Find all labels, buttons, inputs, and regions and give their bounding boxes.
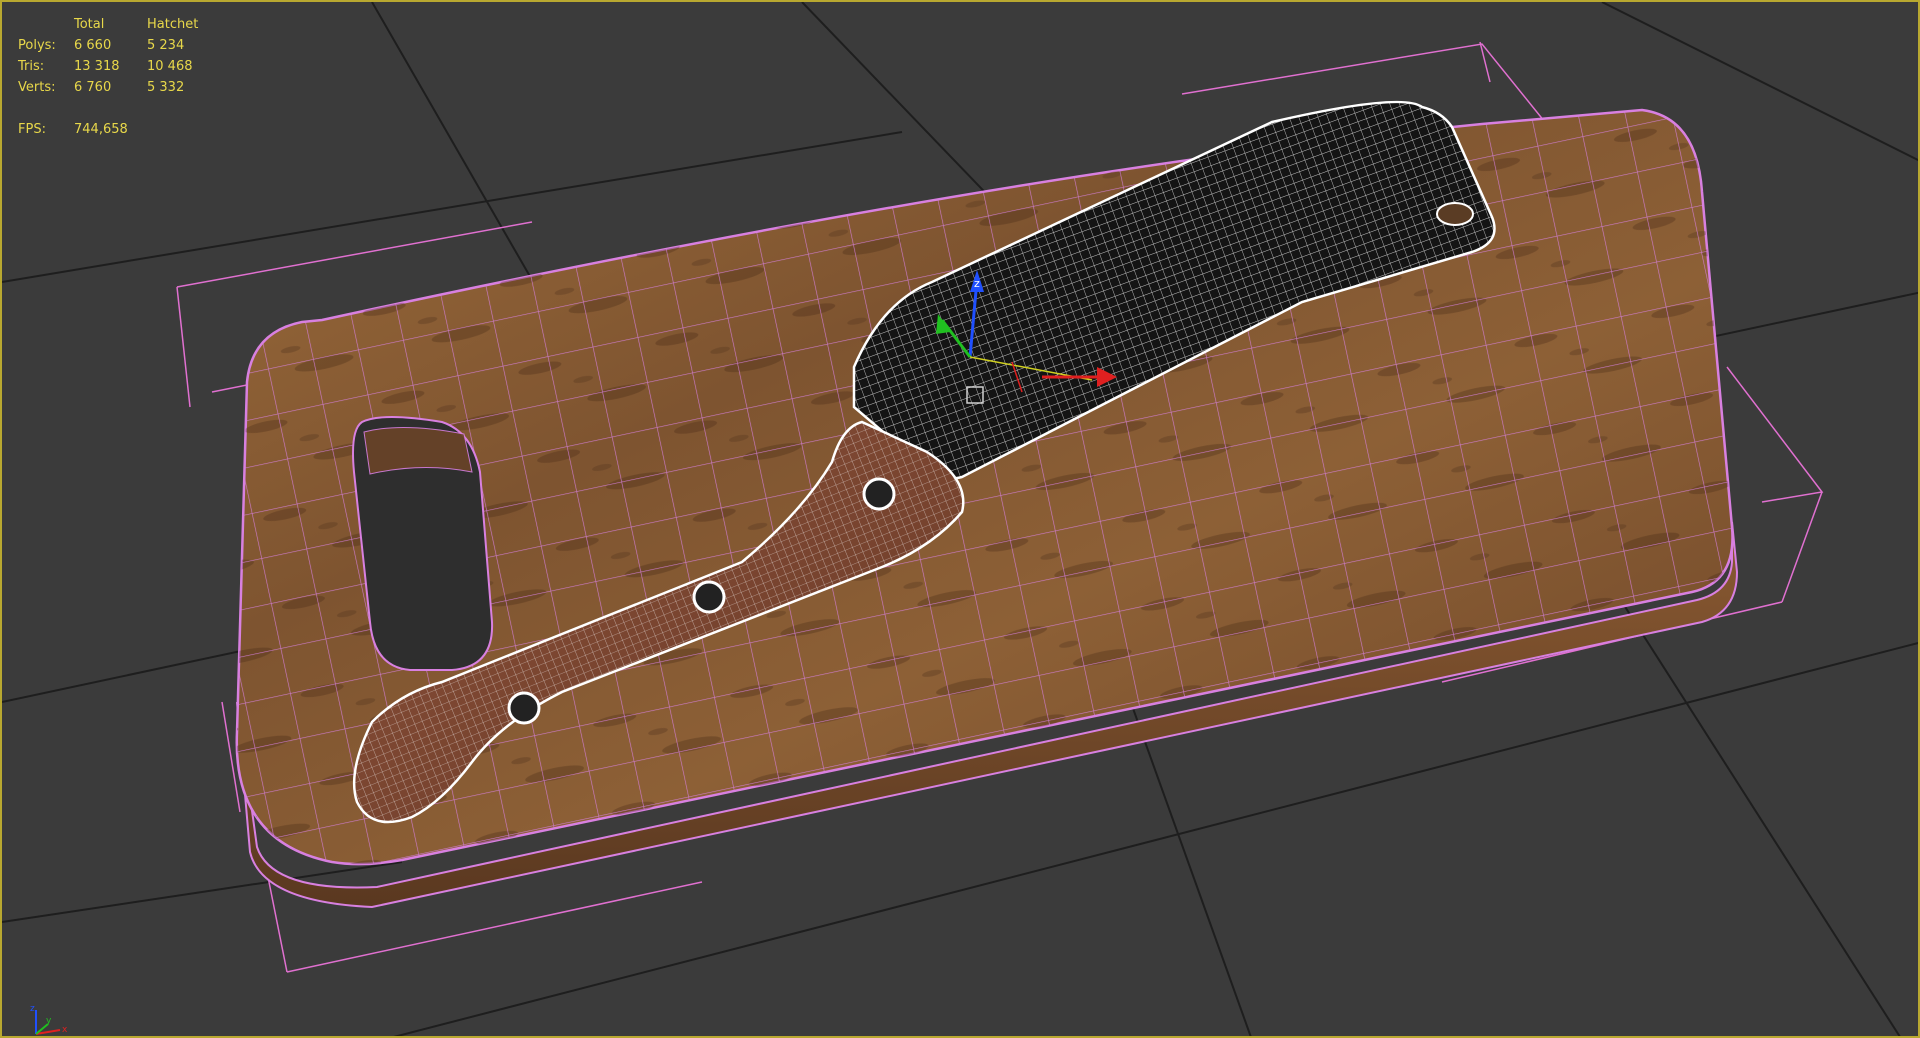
- corner-axis-z-label: z: [30, 1004, 35, 1014]
- fps-label: FPS:: [18, 122, 46, 137]
- stats-total: 13 318: [74, 59, 120, 74]
- stats-header-total: Total: [74, 17, 105, 32]
- corner-axis-x-label: x: [62, 1025, 68, 1035]
- stats-total: 6 660: [74, 38, 112, 53]
- stats-label: Verts:: [18, 80, 56, 95]
- stats-header-blank: [18, 14, 74, 35]
- stats-row-tris: Tris: 13 318 10 468: [18, 56, 227, 77]
- stats-hatchet: 5 234: [147, 38, 185, 53]
- blade-hang-hole: [1436, 202, 1474, 226]
- stats-label: Tris:: [18, 59, 45, 74]
- perspective-viewport[interactable]: z Total Hatchet Polys: 6 660 5 234 Tris:…: [0, 0, 1920, 1038]
- cutting-board-mesh[interactable]: [235, 108, 1739, 909]
- viewport-statistics-overlay: Total Hatchet Polys: 6 660 5 234 Tris: 1…: [18, 14, 227, 140]
- corner-axis-y-label: y: [46, 1016, 52, 1026]
- fps-value: 744,658: [74, 122, 128, 137]
- stats-row-fps: FPS: 744,658: [18, 119, 227, 140]
- stats-total: 6 760: [74, 80, 112, 95]
- world-axis-tripod-icon: z y x: [30, 1004, 68, 1035]
- stats-label: Polys:: [18, 38, 56, 53]
- stats-hatchet: 10 468: [147, 59, 193, 74]
- stats-row-verts: Verts: 6 760 5 332: [18, 77, 227, 98]
- stats-hatchet: 5 332: [147, 80, 185, 95]
- handle-rivet-1: [862, 477, 896, 511]
- stats-header-hatchet: Hatchet: [147, 17, 199, 32]
- stats-row-polys: Polys: 6 660 5 234: [18, 35, 227, 56]
- handle-rivet-2: [692, 580, 726, 614]
- stats-header-row: Total Hatchet: [18, 14, 227, 35]
- handle-rivet-3: [507, 691, 541, 725]
- scene-canvas[interactable]: z: [2, 2, 1920, 1038]
- gizmo-z-label: z: [974, 277, 980, 290]
